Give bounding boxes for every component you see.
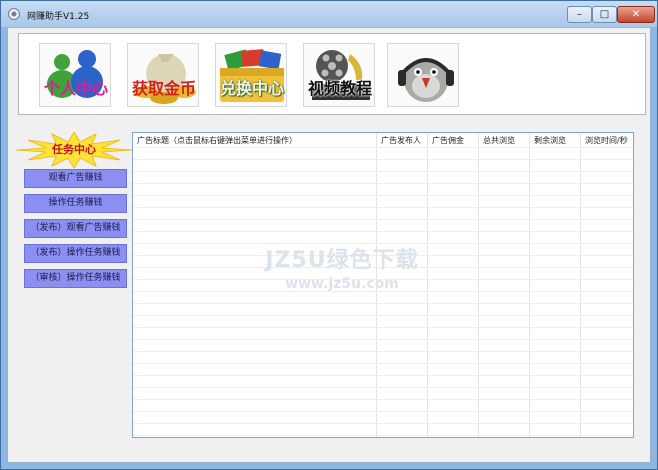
table-row [133,171,633,172]
table-row [133,231,633,232]
publish-tasks-button[interactable]: （发布）操作任务赚钱 [24,244,127,263]
column-header-ad-title[interactable]: 广告标题（点击鼠标右键弹出菜单进行操作） [137,135,297,146]
watermark-line2: www.jz5u.com [285,276,399,292]
minimize-button[interactable]: – [567,6,592,23]
toolbar-button-video-tutorial[interactable]: 视频教程 [303,43,375,107]
toolbar: 个人中心 获取金币 兑换中心 视频教程 [18,33,646,115]
table-row [133,315,633,316]
toolbar-label: 视频教程 [307,79,372,98]
toolbar-button-music-bird[interactable] [387,43,459,107]
publish-watch-ads-button[interactable]: （发布）观看广告赚钱 [24,219,127,238]
table-row [133,159,633,160]
table-row [133,303,633,304]
review-tasks-button[interactable]: （审核）操作任务赚钱 [24,269,127,288]
maximize-button[interactable]: □ [592,6,617,23]
column-header-remaining-views[interactable]: 剩余浏览 [534,135,566,146]
column-header-view-time[interactable]: 浏览时间/秒 [585,135,628,146]
client-area: 个人中心 获取金币 兑换中心 视频教程 任务中心 观看广告赚钱 操作任务赚钱 （… [7,27,651,463]
toolbar-label: 获取金币 [131,79,196,98]
table-column-divider [478,133,530,437]
task-center-label: 任务中心 [52,143,96,156]
column-header-commission[interactable]: 广告佣金 [432,135,464,146]
table-row [133,399,633,400]
table-row [133,195,633,196]
table-row [133,351,633,352]
table-row [133,327,633,328]
watermark: JZ5U绿色下载 www.jz5u.com [252,242,432,292]
do-tasks-earn-button[interactable]: 操作任务赚钱 [24,194,127,213]
watch-ads-earn-button[interactable]: 观看广告赚钱 [24,169,127,188]
table-row [133,147,633,148]
toolbar-button-exchange[interactable]: 兑换中心 [215,43,287,107]
table-row [133,423,633,424]
table-row [133,207,633,208]
table-row [133,435,633,436]
table-row [133,339,633,340]
table-row [133,375,633,376]
app-icon [8,8,20,20]
watermark-line1: JZ5U绿色下载 [265,248,419,273]
toolbar-button-get-coins[interactable]: 获取金币 [127,43,199,107]
close-button[interactable]: ✕ [617,6,655,23]
task-center-header: 任务中心 [15,131,133,169]
table-row [133,363,633,364]
table-row [133,411,633,412]
window-title: 网赚助手V1.25 [27,12,90,22]
toolbar-button-profile[interactable]: 个人中心 [39,43,111,107]
table-row [133,387,633,388]
toolbar-label: 个人中心 [43,79,108,98]
column-header-total-views[interactable]: 总共浏览 [483,135,515,146]
toolbar-label: 兑换中心 [219,79,284,98]
table-column-divider [427,133,479,437]
table-row [133,219,633,220]
title-bar[interactable]: 网赚助手V1.25 – □ ✕ [1,1,657,27]
table-column-divider [529,133,581,437]
app-window: 网赚助手V1.25 – □ ✕ 个人中心 获取金币 兑换中心 视频教程 任务中心… [0,0,658,470]
column-header-publisher[interactable]: 广告发布人 [381,135,421,146]
table-row [133,183,633,184]
bird-headphones-icon [398,58,454,102]
